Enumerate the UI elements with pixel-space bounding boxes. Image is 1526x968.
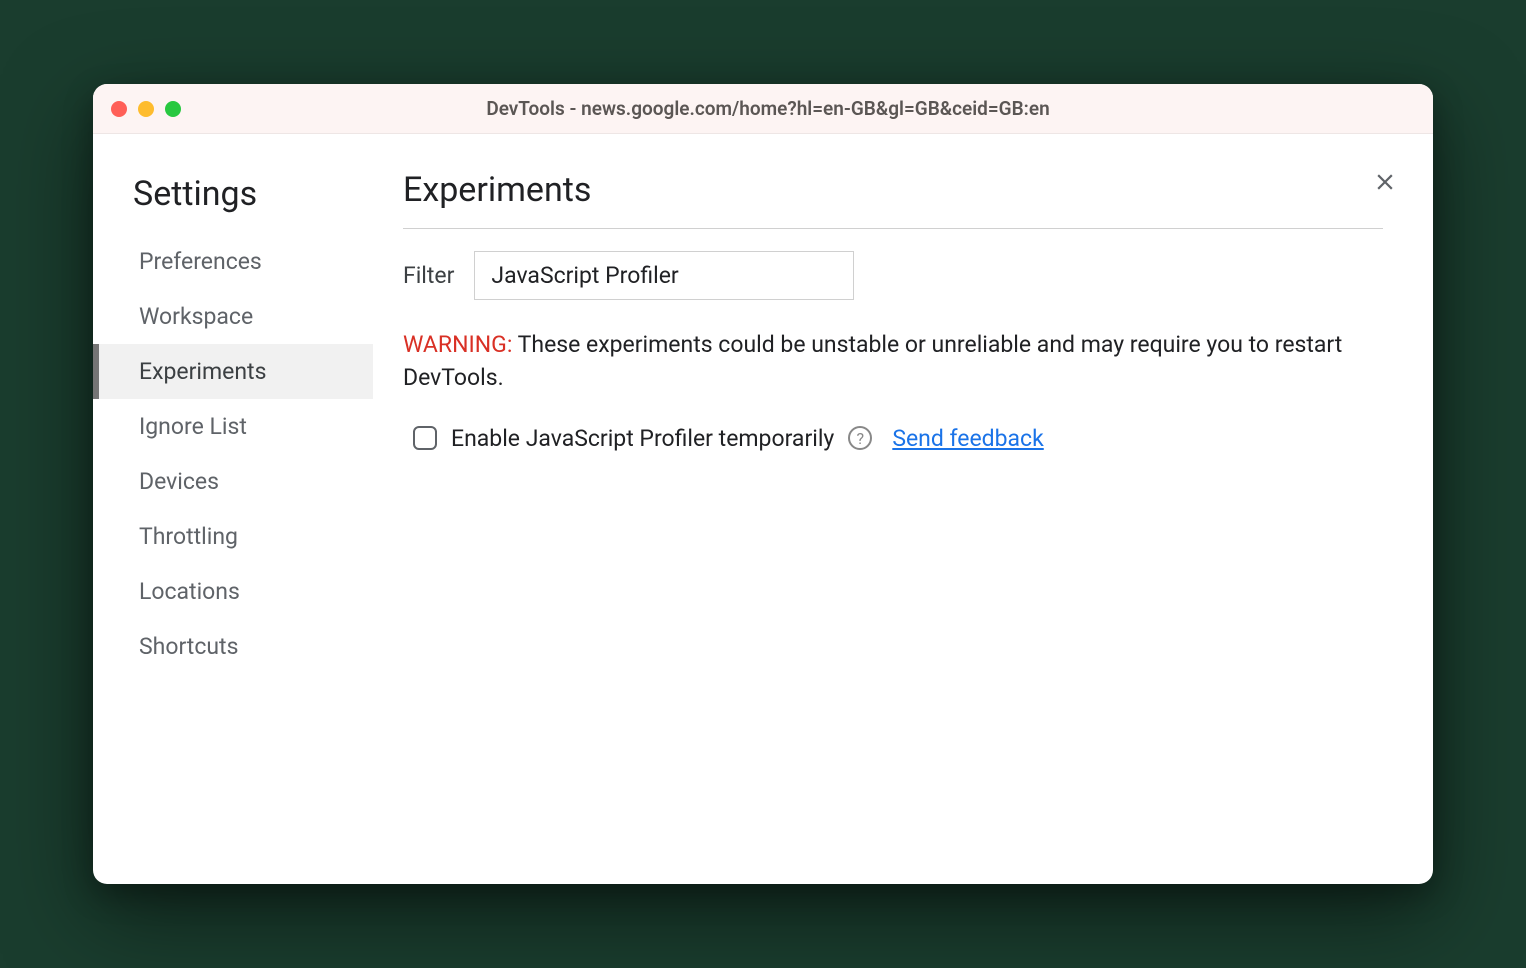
settings-sidebar: Settings Preferences Workspace Experimen…	[93, 164, 373, 884]
titlebar: DevTools - news.google.com/home?hl=en-GB…	[93, 84, 1433, 134]
sidebar-item-shortcuts[interactable]: Shortcuts	[93, 619, 373, 674]
window-minimize-button[interactable]	[138, 101, 154, 117]
sidebar-item-ignore-list[interactable]: Ignore List	[93, 399, 373, 454]
window-title: DevTools - news.google.com/home?hl=en-GB…	[181, 97, 1415, 120]
warning-prefix: WARNING:	[403, 331, 512, 358]
filter-input[interactable]	[474, 251, 854, 300]
sidebar-item-experiments[interactable]: Experiments	[93, 344, 373, 399]
content-area: Settings Preferences Workspace Experimen…	[93, 134, 1433, 884]
sidebar-item-workspace[interactable]: Workspace	[93, 289, 373, 344]
devtools-window: DevTools - news.google.com/home?hl=en-GB…	[93, 84, 1433, 884]
window-maximize-button[interactable]	[165, 101, 181, 117]
close-settings-button[interactable]	[1367, 164, 1403, 200]
experiment-checkbox[interactable]	[413, 426, 437, 450]
sidebar-item-devices[interactable]: Devices	[93, 454, 373, 509]
sidebar-item-preferences[interactable]: Preferences	[93, 234, 373, 289]
sidebar-item-locations[interactable]: Locations	[93, 564, 373, 619]
warning-text: These experiments could be unstable or u…	[403, 331, 1342, 391]
panel-title: Experiments	[403, 170, 1383, 229]
warning-message: WARNING: These experiments could be unst…	[403, 328, 1383, 395]
traffic-lights	[111, 101, 181, 117]
experiment-row: Enable JavaScript Profiler temporarily ?…	[403, 425, 1383, 452]
filter-row: Filter	[403, 251, 1383, 300]
help-icon[interactable]: ?	[848, 426, 872, 450]
close-icon	[1372, 169, 1398, 195]
sidebar-title: Settings	[93, 164, 373, 234]
main-panel: Experiments Filter WARNING: These experi…	[373, 164, 1433, 884]
filter-label: Filter	[403, 262, 454, 289]
send-feedback-link[interactable]: Send feedback	[892, 425, 1043, 452]
sidebar-item-throttling[interactable]: Throttling	[93, 509, 373, 564]
experiment-label: Enable JavaScript Profiler temporarily	[451, 425, 834, 452]
window-close-button[interactable]	[111, 101, 127, 117]
